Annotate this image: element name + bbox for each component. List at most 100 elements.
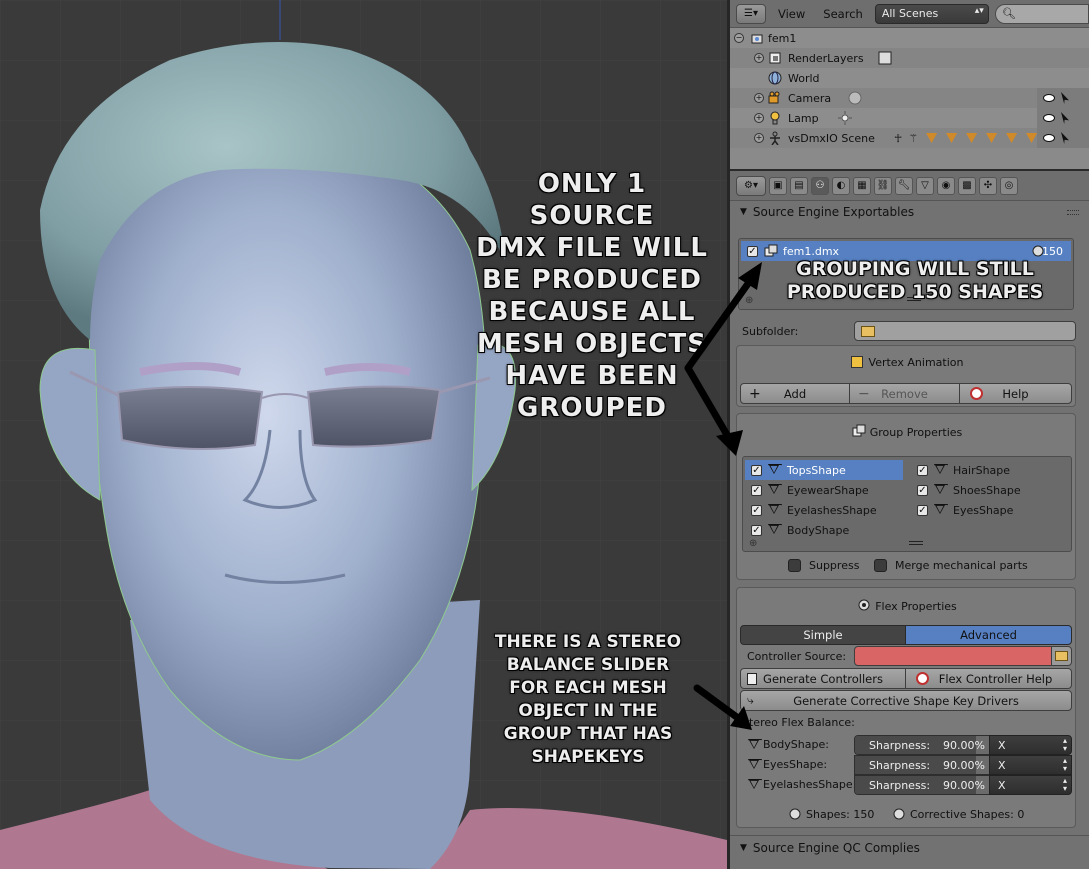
shape-checkbox[interactable]: ✓ xyxy=(751,464,762,476)
add-row-icon[interactable]: ⊕ xyxy=(745,295,753,306)
outliner-item-camera[interactable]: + Camera xyxy=(730,88,1089,108)
modifiers-tab-icon[interactable]: 🔧︎ xyxy=(895,176,913,195)
editor-type-button[interactable]: ⚙▾ xyxy=(736,175,766,196)
outliner-search-input[interactable]: 🔍︎ xyxy=(994,3,1089,24)
expand-icon[interactable]: + xyxy=(754,133,764,143)
world-icon xyxy=(768,71,782,85)
outliner-item-world[interactable]: World xyxy=(730,68,1089,88)
eye-icon[interactable] xyxy=(1043,134,1055,142)
render-tab-icon[interactable]: ▣ xyxy=(769,176,787,195)
eye-icon[interactable] xyxy=(1043,94,1055,102)
view-menu[interactable]: View xyxy=(772,7,811,21)
shape-checkbox[interactable]: ✓ xyxy=(917,504,928,516)
export-checkbox[interactable]: ✓ xyxy=(747,245,758,257)
annotation-single-file: ONLY 1 SOURCE DMX FILE WILL BE PRODUCED … xyxy=(476,169,708,423)
shape-checkbox[interactable]: ✓ xyxy=(751,504,762,516)
camera-data-icon xyxy=(848,91,862,105)
eye-icon[interactable] xyxy=(1043,114,1055,122)
list-item-eyelashesshape[interactable]: ✓ EyelashesShape xyxy=(745,500,903,520)
scene-tab-icon[interactable]: ⚇ xyxy=(811,176,829,195)
mesh-icon xyxy=(966,133,978,143)
suppress-checkbox[interactable] xyxy=(788,559,801,572)
balance-axis-dropdown[interactable]: X ▴ ▾ xyxy=(989,735,1072,755)
group-icon xyxy=(764,244,778,257)
sharpness-slider[interactable]: Sharpness: 90.00% xyxy=(854,755,990,775)
flex-icon xyxy=(858,599,870,611)
world-tab-icon[interactable]: ◐ xyxy=(832,176,850,195)
shape-checkbox[interactable]: ✓ xyxy=(917,464,928,476)
sharpness-slider[interactable]: Sharpness: 90.00% xyxy=(854,775,990,795)
balance-axis-dropdown[interactable]: X ▴ ▾ xyxy=(989,755,1072,775)
cursor-icon[interactable] xyxy=(1061,132,1069,144)
mesh-icon xyxy=(1006,133,1018,143)
list-item-eyewearshape[interactable]: ✓ EyewearShape xyxy=(745,480,903,500)
collapse-icon[interactable]: − xyxy=(734,33,744,43)
folder-icon xyxy=(861,325,875,337)
constraints-tab-icon[interactable]: ⛓ xyxy=(874,176,892,195)
expand-icon[interactable]: + xyxy=(754,93,764,103)
list-item-eyesshape[interactable]: ✓ EyesShape xyxy=(911,500,1069,520)
qc-panel-header[interactable]: ▼ Source Engine QC Complies xyxy=(730,837,1089,859)
outliner-item-lamp[interactable]: + Lamp xyxy=(730,108,1089,128)
outliner-item-renderlayers[interactable]: + RenderLayers xyxy=(730,48,1089,68)
object-tab-icon[interactable]: ▦ xyxy=(853,176,871,195)
add-button[interactable]: + Add xyxy=(740,383,850,404)
suppress-toggle[interactable]: Suppress xyxy=(788,559,859,572)
sharpness-slider[interactable]: Sharpness: 90.00% xyxy=(854,735,990,755)
expand-icon[interactable]: + xyxy=(754,53,764,63)
list-item-topsshape[interactable]: ✓ TopsShape xyxy=(745,460,903,480)
outliner-item-vsdmxio-scene[interactable]: + vsDmxIO Scene ☥ ⚚ xyxy=(730,128,1089,148)
generate-controllers-button[interactable]: Generate Controllers xyxy=(740,668,906,689)
annotation-grouping: GROUPING WILL STILL PRODUCED 150 SHAPES xyxy=(786,258,1044,303)
exportables-panel-header[interactable]: ▼ Source Engine Exportables xyxy=(730,201,1089,223)
mesh-icon xyxy=(768,464,780,476)
minus-icon: − xyxy=(858,385,870,402)
merge-mechanical-toggle[interactable]: Merge mechanical parts xyxy=(874,559,1028,572)
resize-grip-icon[interactable] xyxy=(909,541,923,545)
data-tab-icon[interactable]: ▽ xyxy=(916,176,934,195)
collapse-triangle-icon: ▼ xyxy=(740,843,747,853)
particles-tab-icon[interactable]: ✣ xyxy=(979,176,997,195)
balance-axis-dropdown[interactable]: X ▴ ▾ xyxy=(989,775,1072,795)
list-item-bodyshape[interactable]: ✓ BodyShape xyxy=(745,520,903,540)
help-lifebuoy-icon xyxy=(916,672,929,685)
renderlayer-icon xyxy=(878,51,892,65)
display-mode-dropdown[interactable]: All Scenes ▴▾ xyxy=(874,3,989,24)
outliner-item-fem1[interactable]: − fem1 xyxy=(730,28,1089,48)
add-row-icon[interactable]: ⊕ xyxy=(749,538,757,549)
material-tab-icon[interactable]: ◉ xyxy=(937,176,955,195)
list-item-hairshape[interactable]: ✓ HairShape xyxy=(911,460,1069,480)
shape-checkbox[interactable]: ✓ xyxy=(917,484,928,496)
drag-grip-icon[interactable] xyxy=(1067,210,1079,215)
group-shapes-list: ✓ TopsShape ✓ EyewearShape ✓ EyelashesShape… xyxy=(742,456,1072,552)
editor-type-button[interactable]: ☰▾ xyxy=(736,3,766,24)
search-icon: 🔍︎ xyxy=(1001,7,1016,20)
flex-controller-help-button[interactable]: Flex Controller Help xyxy=(905,668,1072,689)
controller-source-field[interactable] xyxy=(854,646,1052,666)
subfolder-field[interactable] xyxy=(854,321,1076,341)
physics-tab-icon[interactable]: ◎ xyxy=(1000,176,1018,195)
renderlayers-tab-icon[interactable]: ▤ xyxy=(790,176,808,195)
mesh-icon xyxy=(768,504,780,516)
shape-checkbox[interactable]: ✓ xyxy=(751,524,762,536)
document-icon xyxy=(747,672,757,685)
list-item-shoesshape[interactable]: ✓ ShoesShape xyxy=(911,480,1069,500)
help-button[interactable]: Help xyxy=(959,383,1072,404)
advanced-mode-tab[interactable]: Advanced xyxy=(905,625,1072,645)
vertex-anim-icon xyxy=(850,356,863,368)
simple-mode-tab[interactable]: Simple xyxy=(740,625,906,645)
shape-checkbox[interactable]: ✓ xyxy=(751,484,762,496)
file-browse-button[interactable] xyxy=(1051,646,1072,666)
cursor-icon[interactable] xyxy=(1061,92,1069,104)
texture-tab-icon[interactable]: ▩ xyxy=(958,176,976,195)
expand-icon[interactable]: + xyxy=(754,113,764,123)
cursor-icon[interactable] xyxy=(1061,112,1069,124)
mesh-icon xyxy=(748,739,760,751)
merge-checkbox[interactable] xyxy=(874,559,887,572)
remove-button[interactable]: − Remove xyxy=(849,383,960,404)
search-menu[interactable]: Search xyxy=(817,7,869,21)
armature-icon xyxy=(770,131,780,145)
restriction-columns xyxy=(1037,108,1089,128)
generate-corrective-drivers-button[interactable]: ⤷ Generate Corrective Shape Key Drivers xyxy=(740,690,1072,711)
3d-viewport[interactable]: ONLY 1 SOURCE DMX FILE WILL BE PRODUCED … xyxy=(0,0,727,869)
